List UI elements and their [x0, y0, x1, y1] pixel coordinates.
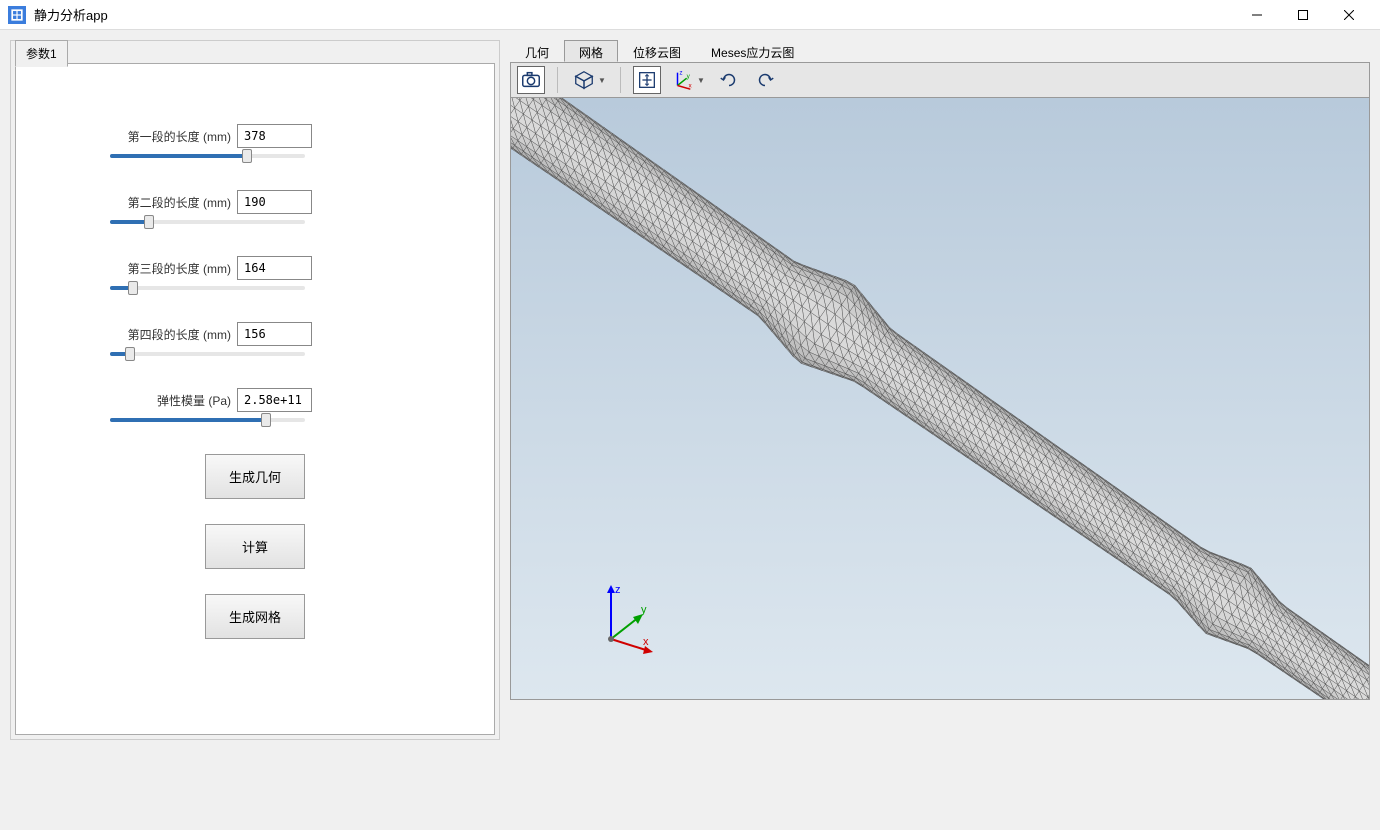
generate-mesh-button[interactable]: 生成网格: [205, 594, 305, 639]
slider-thumb[interactable]: [261, 413, 271, 427]
titlebar: 静力分析app: [0, 0, 1380, 30]
param-field-3: 第四段的长度 (mm): [106, 322, 404, 356]
param-label: 第四段的长度 (mm): [106, 326, 231, 343]
param-input-1[interactable]: [237, 190, 312, 214]
param-field-0: 第一段的长度 (mm): [106, 124, 404, 158]
svg-text:y: y: [687, 73, 691, 80]
view-cube-dropdown[interactable]: ▼: [570, 66, 608, 94]
param-field-2: 第三段的长度 (mm): [106, 256, 404, 290]
xyz-axes-icon[interactable]: z y x: [669, 66, 697, 94]
parameters-panel: 参数1 第一段的长度 (mm) 第二段的长度 (mm) 第三段的长度 (mm) 第四段…: [10, 40, 500, 740]
param-field-1: 第二段的长度 (mm): [106, 190, 404, 224]
generate-geometry-button[interactable]: 生成几何: [205, 454, 305, 499]
axes-orientation-dropdown[interactable]: z y x ▼: [669, 66, 707, 94]
param-input-4[interactable]: [237, 388, 312, 412]
viewer-tab-1[interactable]: 网格: [564, 40, 618, 62]
param-input-2[interactable]: [237, 256, 312, 280]
compute-button[interactable]: 计算: [205, 524, 305, 569]
viewer-toolbar: ▼ z y x ▼: [510, 62, 1370, 98]
main-area: 参数1 第一段的长度 (mm) 第二段的长度 (mm) 第三段的长度 (mm) 第四段…: [0, 30, 1380, 830]
param-input-3[interactable]: [237, 322, 312, 346]
window-title: 静力分析app: [34, 5, 1234, 24]
param-label: 第二段的长度 (mm): [106, 194, 231, 211]
maximize-button[interactable]: [1280, 0, 1326, 30]
viewer-tab-2[interactable]: 位移云图: [618, 40, 696, 62]
rotate-cw-icon[interactable]: [751, 66, 779, 94]
param-label: 第三段的长度 (mm): [106, 260, 231, 277]
parameters-form: 第一段的长度 (mm) 第二段的长度 (mm) 第三段的长度 (mm) 第四段的长度 …: [15, 63, 495, 735]
param-field-4: 弹性模量 (Pa): [106, 388, 404, 422]
slider-thumb[interactable]: [242, 149, 252, 163]
camera-icon[interactable]: [517, 66, 545, 94]
chevron-down-icon: ▼: [697, 76, 707, 85]
svg-text:x: x: [643, 636, 649, 648]
minimize-button[interactable]: [1234, 0, 1280, 30]
svg-text:z: z: [679, 70, 682, 77]
svg-text:z: z: [615, 584, 621, 596]
svg-text:y: y: [641, 604, 647, 616]
chevron-down-icon: ▼: [598, 76, 608, 85]
fit-view-icon[interactable]: [633, 66, 661, 94]
app-icon: [8, 6, 26, 24]
param-label: 弹性模量 (Pa): [106, 392, 231, 409]
viewer-tab-3[interactable]: Meses应力云图: [696, 40, 809, 62]
axes-triad: z y x: [591, 579, 671, 659]
param-label: 第一段的长度 (mm): [106, 128, 231, 145]
param-slider-4[interactable]: [110, 418, 305, 422]
cube-icon[interactable]: [570, 66, 598, 94]
slider-thumb[interactable]: [128, 281, 138, 295]
parameters-tab[interactable]: 参数1: [15, 40, 68, 67]
viewer-tabs: 几何网格位移云图Meses应力云图: [510, 40, 1370, 62]
slider-thumb[interactable]: [144, 215, 154, 229]
param-slider-1[interactable]: [110, 220, 305, 224]
mesh-viewport[interactable]: z y x: [510, 98, 1370, 700]
param-slider-3[interactable]: [110, 352, 305, 356]
close-button[interactable]: [1326, 0, 1372, 30]
rotate-ccw-icon[interactable]: [715, 66, 743, 94]
param-slider-2[interactable]: [110, 286, 305, 290]
param-slider-0[interactable]: [110, 154, 305, 158]
param-input-0[interactable]: [237, 124, 312, 148]
slider-thumb[interactable]: [125, 347, 135, 361]
viewer-panel: 几何网格位移云图Meses应力云图 ▼ z y: [510, 40, 1370, 700]
svg-text:x: x: [689, 82, 693, 89]
viewer-tab-0[interactable]: 几何: [510, 40, 564, 62]
